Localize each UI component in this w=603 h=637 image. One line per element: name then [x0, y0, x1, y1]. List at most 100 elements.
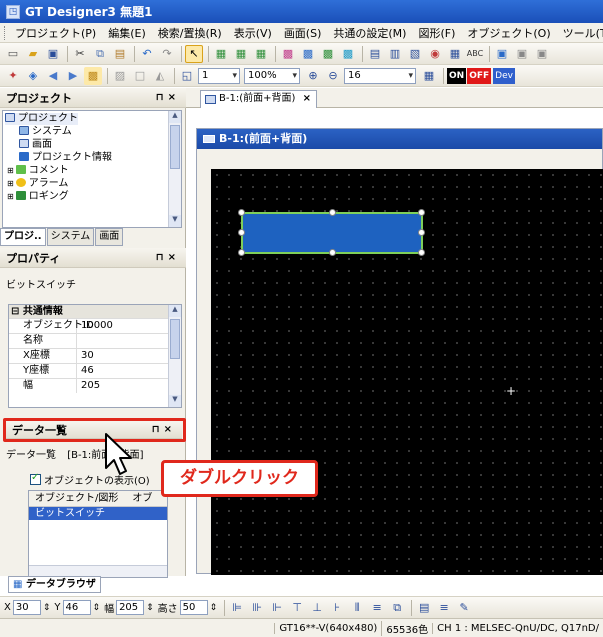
- grid-display-icon[interactable]: ▦: [420, 67, 438, 85]
- align-right-icon[interactable]: ⊩: [268, 599, 286, 617]
- project-panel-header[interactable]: プロジェクト ⊓×: [0, 88, 186, 108]
- tree-item-comment[interactable]: ⊞ コメント: [7, 165, 69, 177]
- select-pointer-icon[interactable]: ↖: [185, 44, 203, 63]
- library-icon[interactable]: ▥: [386, 45, 404, 63]
- order-icon[interactable]: ⧉: [388, 599, 406, 617]
- paste-icon[interactable]: ▤: [111, 45, 129, 63]
- menu-figure[interactable]: 図形(F): [412, 25, 461, 41]
- tree-item-project[interactable]: プロジェクト: [5, 113, 78, 125]
- project-tree[interactable]: プロジェクト システム 画面 プロジェクト情報 ⊞ コメント ⊞ アラーム ⊞ ロギン…: [2, 110, 182, 228]
- distribute-v-icon[interactable]: ≡: [368, 599, 386, 617]
- x-coordinate-field[interactable]: 30: [12, 600, 41, 615]
- align-bottom-icon[interactable]: ⊦: [328, 599, 346, 617]
- align-middle-icon[interactable]: ⊥: [308, 599, 326, 617]
- tab-project[interactable]: プロジ..: [0, 228, 46, 246]
- screen-base-icon[interactable]: ▦: [212, 45, 230, 63]
- menu-edit[interactable]: 編集(E): [102, 25, 152, 41]
- fill-pattern-icon[interactable]: ▤: [415, 599, 433, 617]
- spin-icon[interactable]: ⇕: [210, 603, 218, 613]
- screen-image-icon[interactable]: ▩: [299, 45, 317, 63]
- pin-close-icon[interactable]: ⊓×: [156, 252, 180, 263]
- scroll-up-icon[interactable]: ▲: [169, 305, 181, 317]
- property-icon[interactable]: ▤: [366, 45, 384, 63]
- resize-handle[interactable]: [329, 249, 336, 256]
- line-style-icon[interactable]: ≡: [435, 599, 453, 617]
- simulate-icon[interactable]: ▣: [513, 45, 531, 63]
- resize-handle[interactable]: [238, 229, 245, 236]
- zoom-select[interactable]: 100%: [244, 67, 300, 84]
- expand-plus-icon[interactable]: ⊞: [7, 179, 14, 188]
- screen-select-icon[interactable]: ◱: [178, 67, 196, 85]
- distribute-h-icon[interactable]: ⫴: [348, 599, 366, 617]
- line-color-icon[interactable]: ◭: [151, 67, 169, 85]
- expand-plus-icon[interactable]: ⊞: [7, 166, 14, 175]
- scroll-down-icon[interactable]: ▼: [169, 215, 181, 227]
- screen-report-icon[interactable]: ▦: [252, 45, 270, 63]
- menubar-grip[interactable]: [4, 25, 5, 40]
- off-state-button[interactable]: OFF: [467, 67, 492, 84]
- property-grid[interactable]: ⊟ 共通情報 オブジェクトID 10000 名称 X座標 30 Y座標 46 幅 205…: [8, 304, 182, 408]
- zoom-in-icon[interactable]: ⊕: [304, 67, 322, 85]
- tab-system[interactable]: システム: [46, 228, 95, 246]
- scroll-thumb[interactable]: [170, 125, 180, 169]
- cut-icon[interactable]: ✂: [71, 45, 89, 63]
- menu-search-replace[interactable]: 検索/置換(R): [152, 25, 228, 41]
- property-category[interactable]: ⊟ 共通情報: [9, 305, 181, 318]
- screen-image-icon[interactable]: ▩: [279, 45, 297, 63]
- tree-item-system[interactable]: システム: [19, 126, 72, 138]
- scroll-thumb[interactable]: [170, 319, 180, 359]
- datalist-table[interactable]: オブジェクト/図形 オブ ビットスイッチ: [28, 490, 168, 578]
- data-browser-tab[interactable]: ▦ データブラウザ: [8, 576, 101, 593]
- grid-select[interactable]: 16: [344, 67, 416, 84]
- back-icon[interactable]: ◀: [44, 67, 62, 85]
- copy-icon[interactable]: ⧉: [91, 45, 109, 63]
- tab-screen-b1[interactable]: B-1:(前面+背面) ×: [200, 90, 317, 108]
- screen-image-icon[interactable]: ▩: [319, 45, 337, 63]
- tree-item-alarm[interactable]: ⊞ アラーム: [7, 178, 68, 190]
- tab-screen[interactable]: 画面: [95, 228, 124, 246]
- property-row[interactable]: X座標 30: [9, 348, 181, 363]
- new-icon[interactable]: ▭: [4, 45, 22, 63]
- width-field[interactable]: 205: [116, 600, 145, 615]
- device-display-button[interactable]: Dev: [493, 67, 515, 84]
- scroll-up-icon[interactable]: ▲: [169, 111, 181, 123]
- menu-view[interactable]: 表示(V): [228, 25, 278, 41]
- page-select[interactable]: 1: [198, 67, 240, 84]
- align-center-icon[interactable]: ⊪: [248, 599, 266, 617]
- write-icon[interactable]: ▣: [533, 45, 551, 63]
- align-top-icon[interactable]: ⊤: [288, 599, 306, 617]
- tree-item-project-info[interactable]: プロジェクト情報: [19, 152, 112, 164]
- resize-handle[interactable]: [238, 209, 245, 216]
- screen-image-icon[interactable]: ▩: [339, 45, 357, 63]
- y-coordinate-field[interactable]: 46: [62, 600, 91, 615]
- property-grid-scrollbar[interactable]: ▲ ▼: [168, 305, 181, 407]
- datalist-row[interactable]: ビットスイッチ: [29, 507, 167, 520]
- tree-item-logging[interactable]: ⊞ ロギング: [7, 191, 69, 203]
- save-icon[interactable]: ▣: [44, 45, 62, 63]
- screen-image-icon[interactable]: ▩: [84, 66, 102, 85]
- menu-object[interactable]: オブジェクト(O): [461, 25, 556, 41]
- project-tree-scrollbar[interactable]: ▲ ▼: [168, 111, 181, 227]
- rectangle-icon[interactable]: □: [131, 67, 149, 85]
- property-row[interactable]: 名称: [9, 333, 181, 348]
- device-icon[interactable]: ▧: [406, 45, 424, 63]
- undo-icon[interactable]: ↶: [138, 45, 156, 63]
- resize-handle[interactable]: [329, 209, 336, 216]
- spin-icon[interactable]: ⇕: [146, 603, 154, 613]
- redo-icon[interactable]: ↷: [158, 45, 176, 63]
- property-panel-header[interactable]: プロパティ ⊓×: [0, 248, 186, 268]
- close-icon[interactable]: ×: [303, 93, 311, 104]
- expand-plus-icon[interactable]: ⊞: [7, 192, 14, 201]
- object-insert-icon[interactable]: ✦: [4, 67, 22, 85]
- property-row[interactable]: オブジェクトID 10000: [9, 318, 181, 333]
- bit-switch-object[interactable]: [238, 209, 425, 256]
- open-folder-icon[interactable]: ▰: [24, 45, 42, 63]
- menu-common-settings[interactable]: 共通の設定(M): [327, 25, 412, 41]
- pattern-fill-icon[interactable]: ▨: [111, 67, 129, 85]
- resize-handle[interactable]: [238, 249, 245, 256]
- align-left-icon[interactable]: ⊫: [228, 599, 246, 617]
- menu-screen[interactable]: 画面(S): [278, 25, 328, 41]
- spin-icon[interactable]: ⇕: [93, 603, 101, 613]
- spin-icon[interactable]: ⇕: [43, 603, 51, 613]
- data-list-icon[interactable]: ▦: [446, 45, 464, 63]
